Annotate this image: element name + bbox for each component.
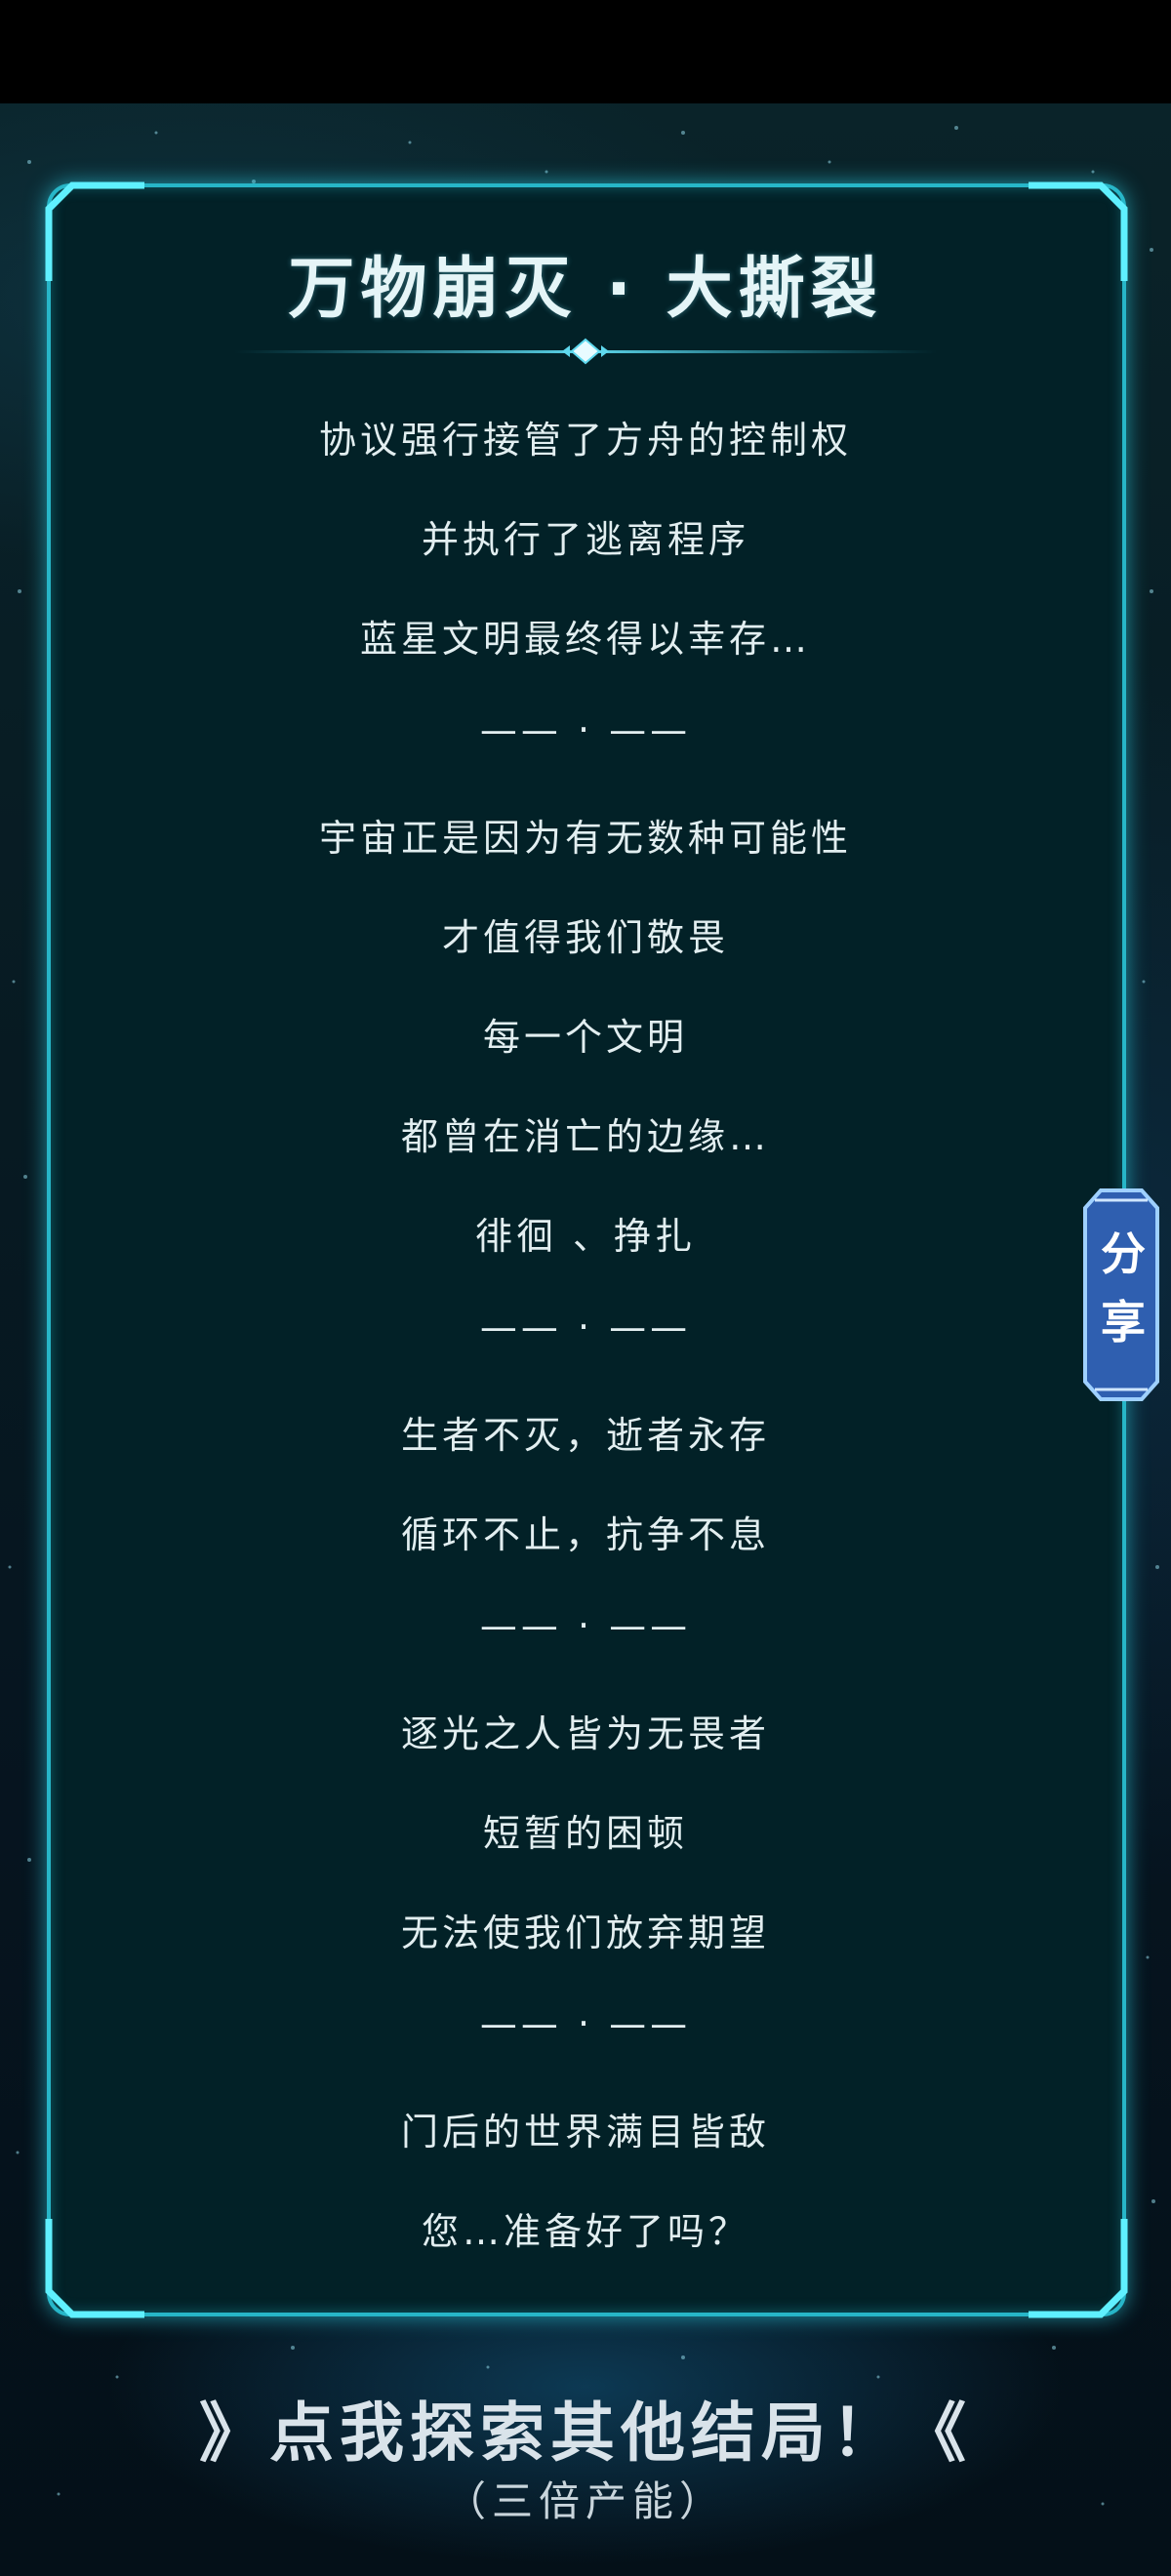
section-separator: —— · ——: [479, 708, 692, 751]
share-button-label: 分享: [1101, 1228, 1146, 1348]
text-line: 无法使我们放弃期望: [400, 1912, 770, 1954]
status-bar: [0, 0, 1171, 103]
section-separator: —— · ——: [479, 1306, 692, 1348]
section-separator: —— · ——: [479, 2002, 692, 2045]
text-line: 生者不灭，逝者永存: [400, 1414, 770, 1457]
text-line: 并执行了逃离程序: [421, 518, 749, 561]
title-divider: [234, 338, 937, 365]
text-line: 蓝星文明最终得以幸存…: [359, 618, 811, 661]
section-separator: —— · ——: [479, 1604, 692, 1647]
text-line: 短暂的困顿: [482, 1812, 688, 1855]
text-line: 循环不止，抗争不息: [400, 1513, 770, 1556]
text-line: 都曾在消亡的边缘…: [400, 1115, 770, 1158]
text-line: 逐光之人皆为无畏者: [400, 1712, 770, 1755]
text-line: 才值得我们敬畏: [441, 916, 729, 959]
explore-endings-sublabel: （三倍产能）: [444, 2477, 726, 2525]
text-line: 协议强行接管了方舟的控制权: [318, 419, 852, 462]
text-line: 宇宙正是因为有无数种可能性: [318, 817, 852, 860]
explore-endings-button[interactable]: 》点我探索其他结局！《: [0, 2381, 1171, 2475]
text-line: 每一个文明: [482, 1016, 688, 1059]
text-line: 门后的世界满目皆敌: [400, 2111, 770, 2153]
text-line: 徘徊 、挣扎: [474, 1215, 697, 1258]
text-line: 您…准备好了吗？: [421, 2210, 749, 2253]
ending-title: 万物崩灭 · 大撕裂: [288, 251, 883, 328]
